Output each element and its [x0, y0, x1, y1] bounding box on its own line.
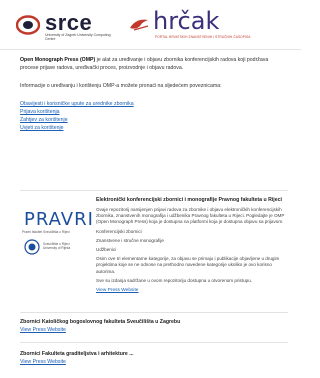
press-title[interactable]: Elektronički konferencijski zbornici i m… — [96, 197, 288, 204]
hrcak-wordmark: hrčak — [153, 7, 220, 35]
entry-title[interactable]: Zbornici Fakulteta graditeljstva i arhit… — [20, 350, 288, 358]
university-name: Sveučilište u Rijeci University of Rijek… — [43, 242, 71, 250]
srce-subtitle: University of Zagreb University Computin… — [45, 33, 111, 41]
press-category-2: Znanstvene i stručne monografije — [96, 237, 164, 243]
link-registration[interactable]: Prijava korištenja — [20, 108, 288, 116]
srce-logo[interactable]: srce University of Zagreb University Com… — [16, 10, 116, 41]
divider — [20, 312, 288, 313]
info-text: Informacije o uređivanju i korištenju OM… — [20, 83, 222, 89]
page: srce University of Zagreb University Com… — [0, 0, 301, 378]
press-description: Ovaje repozitorij namijenjen prijavi rad… — [96, 207, 285, 225]
site-header: srce University of Zagreb University Com… — [0, 0, 301, 50]
divider — [20, 190, 288, 191]
press-logo[interactable]: PRAVRI Pravni fakultet Sveučilišta u Rij… — [20, 207, 93, 269]
press-open-access: Sve su izdanja sadržane u ovom repozitor… — [96, 277, 253, 283]
link-terms[interactable]: Uvjeti za korištenje — [20, 124, 288, 132]
press-body: Elektronički konferencijski zbornici i m… — [96, 197, 288, 294]
hrcak-logo[interactable]: hrčak PORTAL HRVATSKIH ZNANSTVENIH I STR… — [128, 7, 278, 42]
srce-logo-icon — [16, 15, 40, 35]
press-card: PRAVRI Pravni fakultet Sveučilišta u Rij… — [20, 197, 288, 297]
hrcak-bird-icon — [130, 19, 149, 31]
entry-website-link[interactable]: View Press Website — [20, 358, 288, 366]
entry-website-link[interactable]: View Press Website — [20, 326, 288, 334]
press-entry: Zbornici Fakulteta graditeljstva i arhit… — [20, 350, 288, 366]
intro-text: Open Monograph Press (OMP) je alat za ur… — [20, 56, 288, 72]
press-category-1: Konferencijski zbornici — [96, 228, 142, 234]
hrcak-subtitle: PORTAL HRVATSKIH ZNANSTVENIH I STRUČNIH … — [155, 35, 251, 39]
entry-title[interactable]: Zbornici Katoličkog bogoslovnog fakultet… — [20, 318, 288, 326]
press-category-3: Udžbenici — [96, 247, 117, 253]
intro-lead: Open Monograph Press (OMP) — [20, 57, 96, 63]
press-entry: Zbornici Katoličkog bogoslovnog fakultet… — [20, 318, 288, 334]
intro-links: Obavijesti i korisničke upute za urednik… — [20, 100, 288, 132]
divider — [20, 342, 288, 343]
press-note: Osim ove tri elementarne kategorije, za … — [96, 256, 280, 274]
pravri-wordmark: PRAVRI — [24, 209, 94, 230]
link-request[interactable]: Zahtjev za korištenje — [20, 116, 288, 124]
intro-section: Open Monograph Press (OMP) je alat za ur… — [20, 56, 288, 132]
university-seal-icon — [24, 239, 40, 255]
link-instructions[interactable]: Obavijesti i korisničke upute za urednik… — [20, 100, 288, 108]
press-website-link[interactable]: View Press Website — [96, 287, 288, 294]
pravri-subtitle: Pravni fakultet Sveučilišta u Rijeci — [22, 230, 70, 234]
